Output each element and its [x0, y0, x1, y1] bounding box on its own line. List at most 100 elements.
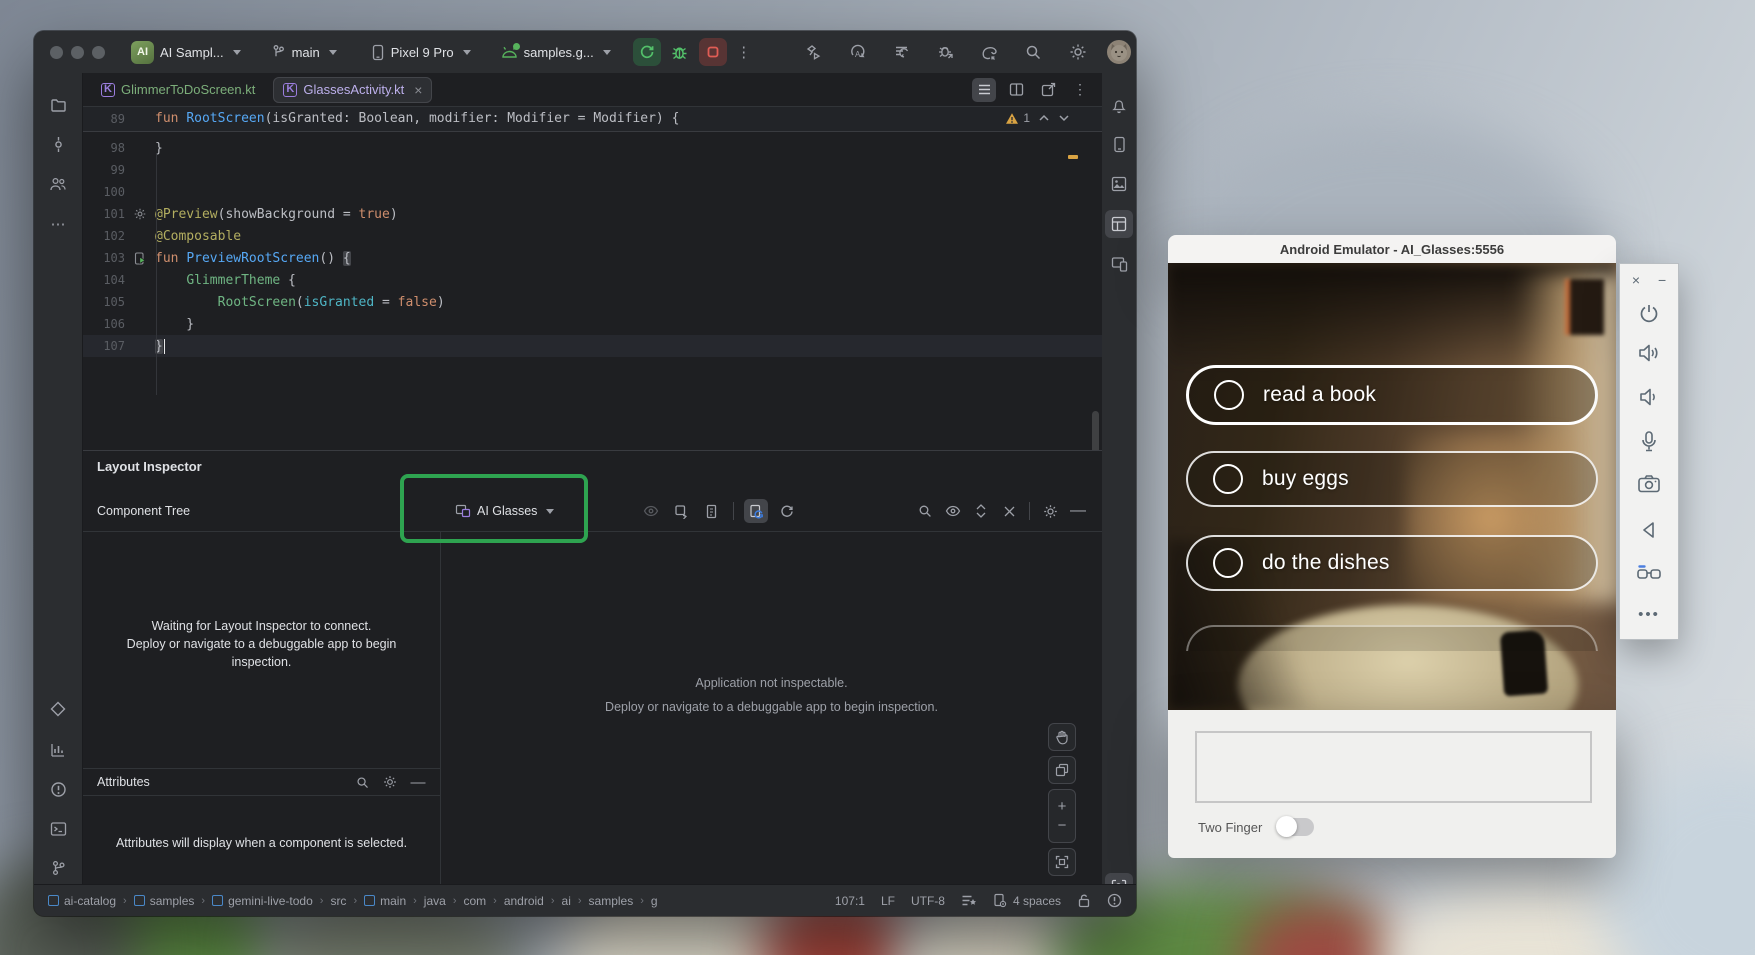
unlock-icon[interactable] — [1077, 893, 1091, 908]
resource-manager-button[interactable] — [1105, 170, 1133, 198]
indent-widget[interactable]: 4 spaces — [993, 893, 1061, 908]
close-tab-icon[interactable]: × — [414, 82, 422, 98]
emulator-text-input[interactable] — [1195, 731, 1592, 803]
tab-glimmertodoscreen[interactable]: K GlimmerToDoScreen.kt — [91, 77, 265, 103]
todo-item[interactable]: buy eggs — [1186, 451, 1598, 507]
split-editor-button[interactable] — [1004, 78, 1028, 102]
more-actions-kebab[interactable]: ⋮ — [729, 38, 759, 66]
breadcrumb-item[interactable]: src — [330, 894, 346, 908]
todo-checkbox[interactable] — [1213, 548, 1243, 578]
two-finger-toggle[interactable] — [1278, 818, 1314, 836]
breadcrumb-item[interactable]: com — [463, 894, 486, 908]
editor-scrollbar[interactable] — [1092, 411, 1099, 450]
volume-down-button[interactable] — [1620, 386, 1678, 408]
hide-attributes-button[interactable]: — — [406, 770, 430, 794]
snapshot-export-button[interactable] — [669, 499, 693, 523]
breadcrumb-item[interactable]: ai-catalog — [48, 894, 116, 908]
layers-button[interactable] — [1048, 756, 1076, 784]
sticky-code-line[interactable]: 89fun RootScreen(isGranted: Boolean, mod… — [83, 107, 1102, 130]
breadcrumb-item[interactable]: java — [424, 894, 446, 908]
component-tree-pane[interactable]: Waiting for Layout Inspector to connect.… — [83, 531, 441, 885]
breadcrumb-item[interactable]: android — [504, 894, 544, 908]
editor-options-kebab[interactable]: ⋮ — [1068, 78, 1092, 102]
problems-tool-button[interactable] — [44, 775, 72, 803]
user-avatar[interactable] — [1107, 40, 1131, 64]
dependencies-tool-button[interactable] — [44, 695, 72, 723]
back-button[interactable] — [1620, 520, 1678, 540]
editor-list-view-button[interactable] — [972, 78, 996, 102]
gutter-preview-icon[interactable] — [125, 252, 155, 265]
todo-checkbox[interactable] — [1214, 380, 1244, 410]
breadcrumb-item[interactable]: samples — [589, 894, 634, 908]
debug-button[interactable] — [665, 38, 695, 66]
snapshot-import-button[interactable] — [699, 499, 723, 523]
close-window-button[interactable] — [50, 46, 63, 59]
git-tool-button[interactable] — [44, 854, 72, 882]
zoom-window-button[interactable] — [92, 46, 105, 59]
live-updates-button[interactable] — [744, 499, 768, 523]
attributes-search-button[interactable] — [350, 770, 374, 794]
structure-tool-button[interactable] — [44, 170, 72, 198]
tree-settings-button[interactable] — [1038, 499, 1062, 523]
tree-search-button[interactable] — [913, 499, 937, 523]
traffic-lights[interactable] — [50, 46, 105, 59]
code-lines[interactable]: 98}99100101@Preview(showBackground = tru… — [83, 137, 1102, 357]
refresh-button[interactable] — [774, 499, 798, 523]
emulator-more-button[interactable]: ••• — [1620, 606, 1678, 623]
volume-up-button[interactable] — [1620, 342, 1678, 364]
chevron-up-icon[interactable] — [1038, 114, 1050, 122]
breadcrumb-item[interactable]: gemini-live-todo — [212, 894, 313, 908]
layout-inspector-tool-button[interactable] — [1105, 210, 1133, 238]
device-selector[interactable]: Pixel 9 Pro — [371, 44, 471, 61]
vcs-branch-widget[interactable]: main — [271, 44, 337, 60]
tree-visibility-button[interactable] — [941, 499, 965, 523]
todo-item[interactable]: read a book — [1186, 365, 1598, 425]
breadcrumb-item[interactable]: samples — [134, 894, 195, 908]
code-line[interactable]: 104 GlimmerTheme { — [83, 269, 1102, 291]
chevron-down-icon[interactable] — [1058, 114, 1070, 122]
notifications-button[interactable] — [1105, 91, 1133, 119]
glasses-button[interactable] — [1620, 562, 1678, 582]
camera-button[interactable] — [1620, 474, 1678, 494]
code-editor[interactable]: 89fun RootScreen(isGranted: Boolean, mod… — [83, 107, 1102, 450]
emulator-title-bar[interactable]: Android Emulator - AI_Glasses:5556 — [1168, 235, 1616, 263]
zoom-to-fit-button[interactable] — [1048, 848, 1076, 876]
stop-button[interactable] — [699, 38, 727, 66]
expand-nodes-button[interactable] — [969, 499, 993, 523]
todo-item-partial[interactable] — [1186, 625, 1598, 651]
power-button[interactable] — [1620, 302, 1678, 326]
code-line[interactable]: 107} — [83, 335, 1102, 357]
rerun-button[interactable] — [633, 38, 661, 66]
code-line[interactable]: 98} — [83, 137, 1102, 159]
project-tool-button[interactable] — [44, 91, 72, 119]
gradle-sync-button[interactable] — [975, 38, 1005, 66]
build-button[interactable] — [799, 38, 829, 66]
code-line[interactable]: 102@Composable — [83, 225, 1102, 247]
code-line[interactable]: 101@Preview(showBackground = true) — [83, 203, 1102, 225]
hide-tree-button[interactable]: — — [1066, 499, 1090, 523]
sticky-line[interactable]: 89fun RootScreen(isGranted: Boolean, mod… — [83, 107, 1102, 132]
code-line[interactable]: 100 — [83, 181, 1102, 203]
code-line[interactable]: 106 } — [83, 313, 1102, 335]
settings-button[interactable] — [1063, 38, 1093, 66]
tab-glassesactivity[interactable]: K GlassesActivity.kt × — [273, 77, 432, 103]
line-separator[interactable]: LF — [881, 894, 895, 908]
code-line[interactable]: 103fun PreviewRootScreen() { — [83, 247, 1102, 269]
breadcrumb[interactable]: ai-catalog›samples›gemini-live-todo›src›… — [48, 894, 658, 908]
attach-debugger-button[interactable] — [931, 38, 961, 66]
detach-editor-button[interactable] — [1036, 78, 1060, 102]
inspection-widget[interactable]: 1 — [1005, 111, 1070, 125]
running-devices-button[interactable] — [1105, 250, 1133, 278]
profiler-button[interactable]: A — [843, 38, 873, 66]
run-configuration-selector[interactable]: samples.g... — [501, 45, 611, 60]
pan-button[interactable] — [1048, 723, 1076, 751]
commit-tool-button[interactable] — [44, 130, 72, 158]
breadcrumb-item[interactable]: ai — [562, 894, 571, 908]
terminal-tool-button[interactable] — [44, 815, 72, 843]
emulator-minimize-button[interactable]: − — [1658, 272, 1666, 288]
emulator-screen[interactable]: read a bookbuy eggsdo the dishes — [1168, 263, 1616, 710]
device-manager-button[interactable] — [1105, 130, 1133, 158]
apply-changes-button[interactable] — [887, 38, 917, 66]
more-tool-windows-button[interactable]: ⋯ — [44, 210, 72, 238]
microphone-button[interactable] — [1620, 430, 1678, 454]
